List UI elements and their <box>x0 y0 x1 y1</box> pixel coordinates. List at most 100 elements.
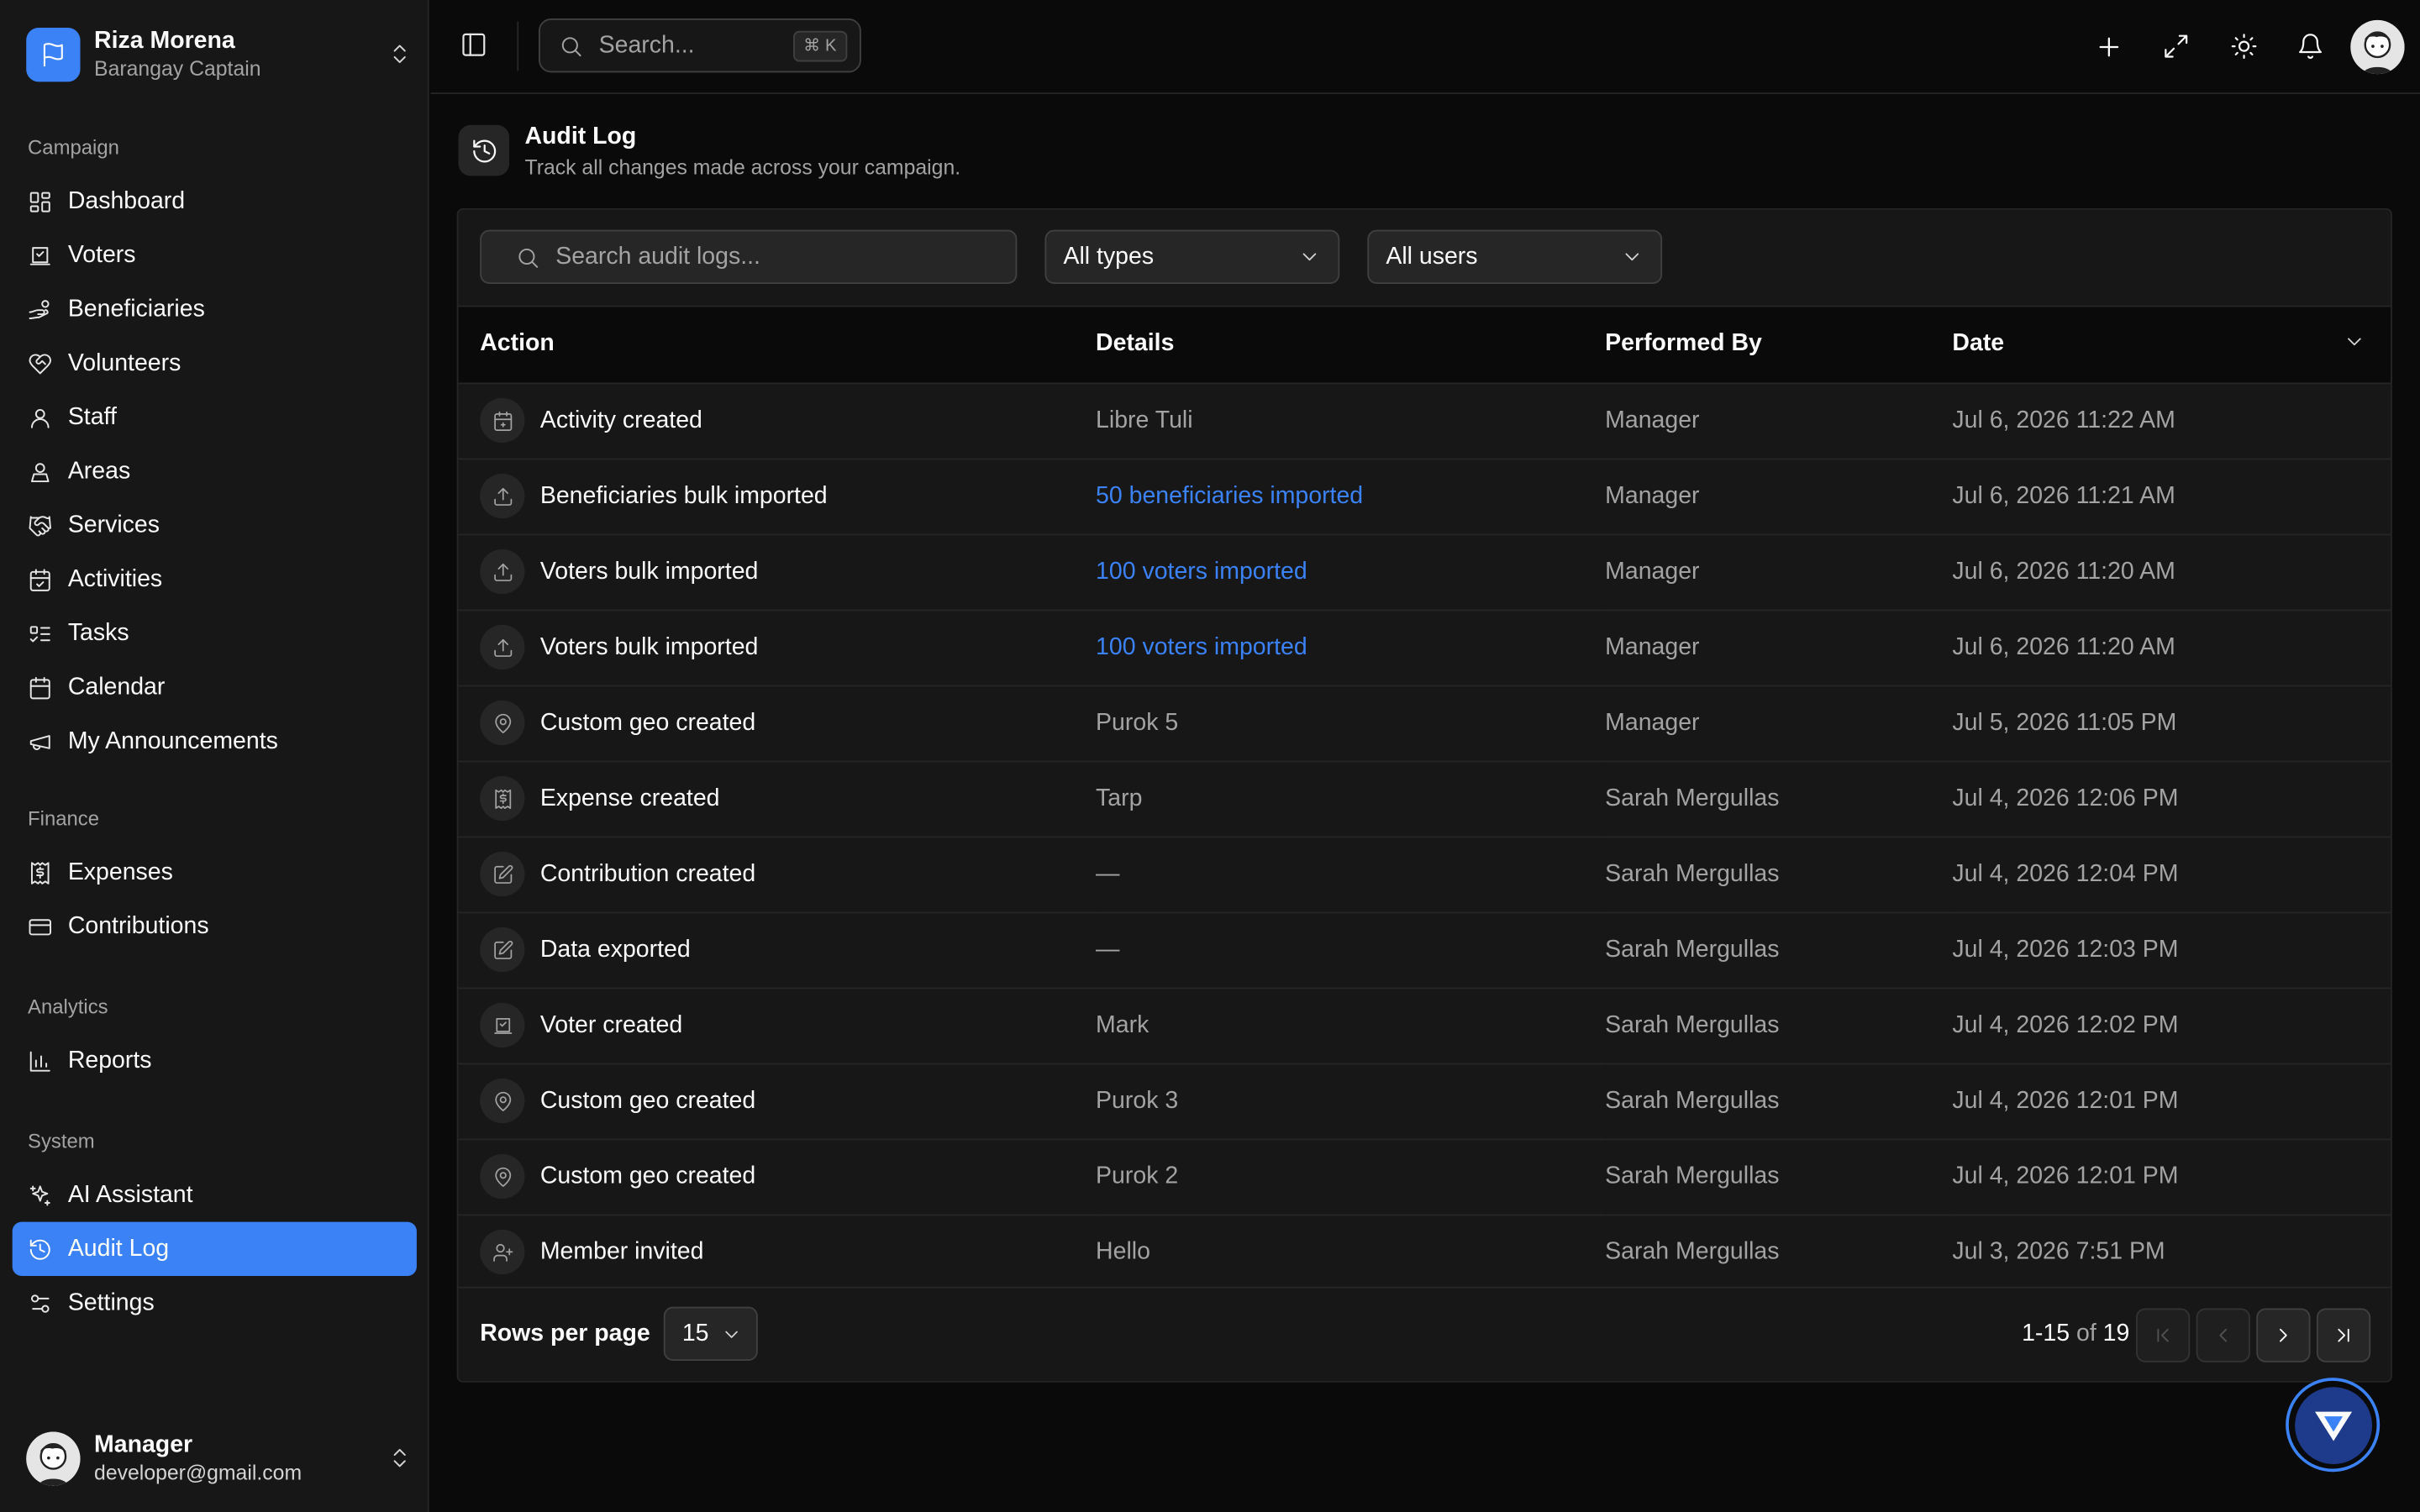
action-label: Beneficiaries bulk imported <box>539 481 828 509</box>
sun-icon[interactable] <box>2216 18 2271 74</box>
sidebar-item-label: My Announcements <box>67 727 278 754</box>
nav-group-campaign: Campaign Dashboard Voters Beneficiaries … <box>13 133 417 769</box>
chevron-left-icon <box>2212 1324 2235 1347</box>
cell-details: Purok 5 <box>1096 685 1606 762</box>
column-header-action[interactable]: Action <box>458 307 1097 384</box>
details-text: — <box>1096 859 1120 887</box>
cell-performed-by: Sarah Mergullas <box>1605 1138 1953 1215</box>
list-todo-icon <box>28 621 52 645</box>
chevron-down-icon[interactable] <box>2343 331 2366 354</box>
cell-performed-by: Sarah Mergullas <box>1605 1214 1953 1291</box>
action-label: Voters bulk imported <box>539 633 759 660</box>
sidebar-item-announcements[interactable]: My Announcements <box>13 714 417 768</box>
sidebar-item-staff[interactable]: Staff <box>13 391 417 444</box>
audit-log-card: Search audit logs... All types All users… <box>456 207 2392 1383</box>
chevron-down-icon <box>1298 245 1322 269</box>
cell-details: Hello <box>1096 1214 1606 1291</box>
table-row[interactable]: Activity created Libre Tuli Manager Jul … <box>458 382 2391 459</box>
upload-icon <box>480 473 525 519</box>
plus-icon[interactable] <box>2081 18 2137 74</box>
sidebar-item-label: AI Assistant <box>67 1180 193 1208</box>
user-icon <box>28 405 52 429</box>
table-row[interactable]: Expense created Tarp Sarah Mergullas Jul… <box>458 760 2391 837</box>
assistant-fab[interactable] <box>2286 1378 2381 1473</box>
avatar <box>26 1431 81 1485</box>
table-row[interactable]: Data exported — Sarah Mergullas Jul 4, 2… <box>458 911 2391 989</box>
sidebar-item-label: Expenses <box>67 858 173 885</box>
sidebar-item-dashboard[interactable]: Dashboard <box>13 175 417 228</box>
cell-action: Contribution created <box>458 836 1097 913</box>
sidebar-item-calendar[interactable]: Calendar <box>13 660 417 714</box>
chevron-down-icon <box>721 1323 743 1345</box>
table-row[interactable]: Voters bulk imported 100 voters imported… <box>458 609 2391 686</box>
nav-group-analytics: Analytics Reports <box>13 992 417 1088</box>
sidebar-item-beneficiaries[interactable]: Beneficiaries <box>13 282 417 336</box>
sidebar-item-label: Volunteers <box>67 349 182 376</box>
table-row[interactable]: Contribution created — Sarah Mergullas J… <box>458 836 2391 913</box>
table-body: Activity created Libre Tuli Manager Jul … <box>458 382 2391 1291</box>
table-row[interactable]: Member invited Hello Sarah Mergullas Jul… <box>458 1214 2391 1291</box>
sidebar-item-areas[interactable]: Areas <box>13 444 417 498</box>
table-row[interactable]: Custom geo created Purok 5 Manager Jul 5… <box>458 685 2391 762</box>
last-page-button[interactable] <box>2316 1308 2371 1362</box>
sidebar-toggle-icon[interactable] <box>460 31 487 59</box>
cell-details: — <box>1096 911 1606 989</box>
sidebar-item-activities[interactable]: Activities <box>13 553 417 606</box>
details-text: Mark <box>1096 1011 1150 1038</box>
filter-bar: Search audit logs... All types All users <box>458 209 2391 307</box>
sidebar-item-audit-log[interactable]: Audit Log <box>12 1221 417 1276</box>
table-row[interactable]: Beneficiaries bulk imported 50 beneficia… <box>458 458 2391 535</box>
sidebar-item-voters[interactable]: Voters <box>13 228 417 282</box>
next-page-button[interactable] <box>2256 1308 2311 1362</box>
sidebar-item-tasks[interactable]: Tasks <box>13 606 417 660</box>
avatar[interactable] <box>2350 18 2405 74</box>
team-switcher[interactable]: Riza Morena Barangay Captain <box>26 24 412 83</box>
dashboard-icon <box>28 189 52 213</box>
column-header-performed-by[interactable]: Performed By <box>1605 307 1953 384</box>
shortcut-badge: ⌘ K <box>792 29 848 61</box>
sidebar: Riza Morena Barangay Captain Campaign Da… <box>0 0 429 1512</box>
fullscreen-icon[interactable] <box>2149 18 2204 74</box>
previous-page-button[interactable] <box>2196 1308 2250 1362</box>
sidebar-item-volunteers[interactable]: Volunteers <box>13 336 417 390</box>
nav-group-label: Finance <box>28 806 100 831</box>
user-filter-select[interactable]: All users <box>1367 229 1663 284</box>
global-search[interactable]: Search... ⌘ K <box>539 18 861 73</box>
sidebar-item-expenses[interactable]: Expenses <box>13 846 417 900</box>
table-row[interactable]: Custom geo created Purok 3 Sarah Mergull… <box>458 1063 2391 1140</box>
table-row[interactable]: Custom geo created Purok 2 Sarah Mergull… <box>458 1138 2391 1215</box>
action-label: Activity created <box>539 406 702 433</box>
table-row[interactable]: Voter created Mark Sarah Mergullas Jul 4… <box>458 987 2391 1064</box>
action-label: Contribution created <box>539 859 756 887</box>
ballot-icon <box>480 1002 525 1048</box>
user-email: developer@gmail.com <box>94 1461 302 1484</box>
column-header-details[interactable]: Details <box>1096 307 1606 384</box>
details-link[interactable]: 50 beneficiaries imported <box>1096 482 1363 508</box>
column-header-date[interactable]: Date <box>1952 307 2391 384</box>
cell-details: — <box>1096 836 1606 913</box>
first-page-button[interactable] <box>2135 1308 2191 1362</box>
user-menu[interactable]: Manager developer@gmail.com <box>26 1429 412 1488</box>
header-actions <box>2070 18 2405 74</box>
audit-search-input[interactable]: Search audit logs... <box>480 229 1018 284</box>
sidebar-item-reports[interactable]: Reports <box>13 1034 417 1088</box>
details-link[interactable]: 100 voters imported <box>1096 558 1307 584</box>
sidebar-item-services[interactable]: Services <box>13 498 417 552</box>
calendar-icon <box>28 675 52 700</box>
pagination-bar: Rows per page 15 1-15 of 19 <box>458 1286 2391 1381</box>
type-filter-value: All types <box>1063 243 1155 270</box>
type-filter-select[interactable]: All types <box>1044 229 1340 284</box>
sidebar-item-label: Dashboard <box>67 187 186 214</box>
cell-performed-by: Manager <box>1605 685 1953 762</box>
chevrons-up-down-icon <box>387 1446 412 1470</box>
sidebar-item-ai-assistant[interactable]: AI Assistant <box>13 1168 417 1221</box>
cell-action: Activity created <box>458 382 1097 459</box>
details-link[interactable]: 100 voters imported <box>1096 633 1307 659</box>
bell-icon[interactable] <box>2282 18 2338 74</box>
nav-group-system: System AI Assistant Audit Log Settings <box>12 1126 417 1330</box>
sidebar-item-contributions[interactable]: Contributions <box>13 900 417 953</box>
rows-per-page-select[interactable]: 15 <box>663 1306 758 1361</box>
table-row[interactable]: Voters bulk imported 100 voters imported… <box>458 533 2391 611</box>
sidebar-item-settings[interactable]: Settings <box>13 1276 417 1330</box>
sidebar-item-label: Audit Log <box>67 1235 170 1262</box>
